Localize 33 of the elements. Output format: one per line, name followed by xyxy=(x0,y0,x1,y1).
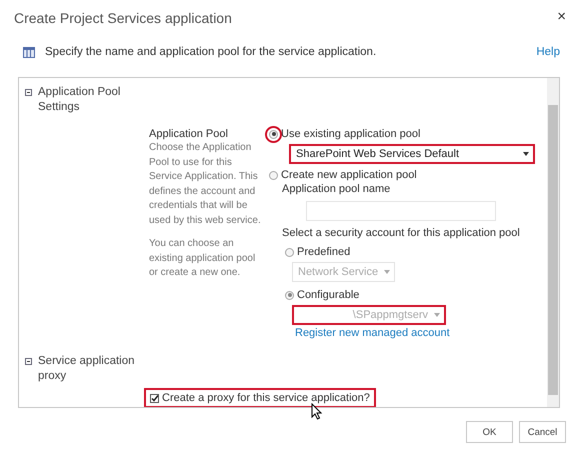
scrollbar[interactable] xyxy=(547,78,559,407)
collapse-icon[interactable] xyxy=(25,89,32,96)
checkbox-label: Create a proxy for this service application? xyxy=(162,392,370,404)
dropdown[interactable]: SharePoint Web Services Default xyxy=(289,144,535,164)
application-icon xyxy=(23,46,35,58)
option-label: Create new application pool xyxy=(281,168,417,182)
cancel-button[interactable]: Cancel xyxy=(519,421,566,443)
option-label: Use existing application pool xyxy=(281,127,420,141)
caret-icon xyxy=(434,313,440,317)
field-label: Select a security account for this application pool xyxy=(282,226,521,240)
field-label: Application pool name xyxy=(282,182,392,196)
option-label: Predefined xyxy=(297,245,350,259)
input-field[interactable] xyxy=(306,201,496,221)
ok-button[interactable]: OK xyxy=(466,421,513,443)
field-description: Choose the Application Pool to use for this Service Application. This defines the account and credentials that will be used by this web service. xyxy=(149,141,261,228)
mouse-pointer-icon xyxy=(311,403,323,420)
section-title: Service application proxy xyxy=(38,354,136,384)
field-title: Application Pool xyxy=(149,127,229,141)
radio-button[interactable] xyxy=(269,170,278,180)
field-description: You can choose an existing application pool or create a new one. xyxy=(149,237,256,280)
help-link[interactable]: Help xyxy=(536,46,560,58)
radio-button[interactable] xyxy=(285,248,294,256)
option-label: Configurable xyxy=(297,288,360,302)
radio-button[interactable] xyxy=(285,290,294,300)
caret-icon xyxy=(384,270,390,274)
section-title: Application Pool Settings xyxy=(38,85,122,115)
instruction-text: Specify the name and application pool for the service application. xyxy=(45,46,378,58)
close-button[interactable]: × xyxy=(557,8,566,25)
caret-icon xyxy=(523,152,529,156)
window-title: Create Project Services application xyxy=(14,10,232,26)
register-link[interactable]: Register new managed account xyxy=(295,326,450,340)
checkbox[interactable] xyxy=(150,394,159,402)
collapse-icon[interactable] xyxy=(25,358,32,365)
